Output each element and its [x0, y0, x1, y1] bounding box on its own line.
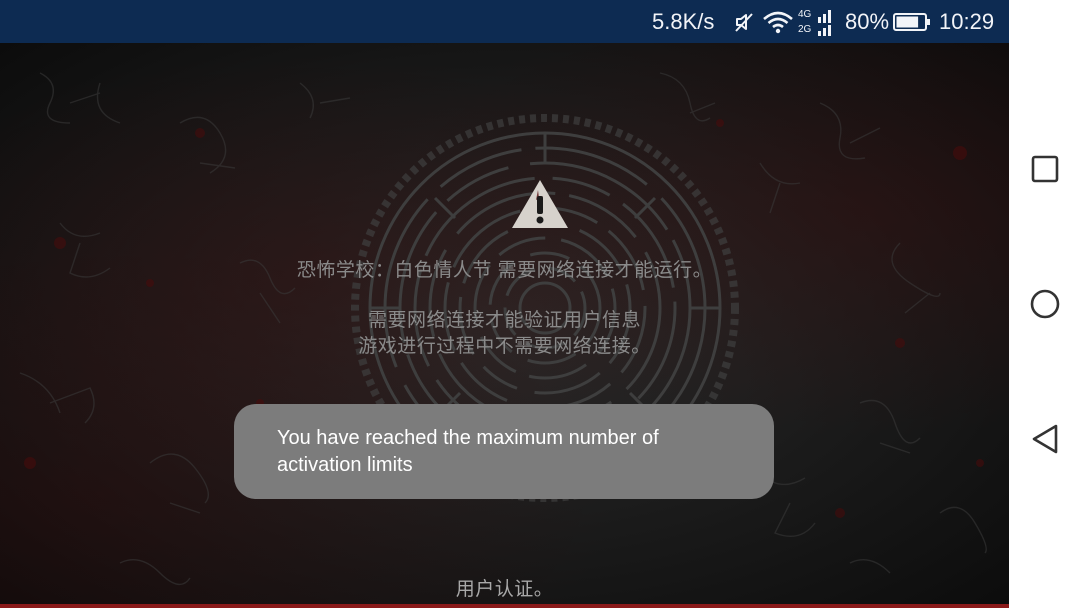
triangle-back-icon — [1032, 424, 1058, 454]
square-icon — [1031, 155, 1059, 183]
navigation-bar — [1009, 0, 1080, 608]
clock: 10:29 — [939, 8, 995, 34]
toast-notification: You have reached the maximum number of a… — [234, 404, 774, 499]
network-type-4g: 4G — [798, 9, 812, 20]
user-authentication-label: 用户认证。 — [455, 579, 554, 600]
network-speed: 5.8K/s — [652, 8, 715, 34]
home-button[interactable] — [1022, 281, 1068, 327]
recents-button[interactable] — [1022, 146, 1068, 192]
network-type-2g: 2G — [798, 24, 812, 35]
toast-message: You have reached the maximum number of a… — [277, 427, 659, 476]
mute-icon — [733, 0, 757, 43]
back-button[interactable] — [1022, 416, 1068, 462]
status-bar: 5.8K/s 4G 2G 80% 10:29 — [0, 0, 1009, 43]
offline-play-message: 游戏进行过程中不需要网络连接。 — [358, 336, 651, 357]
battery-icon — [893, 0, 933, 43]
signal-icon: 4G 2G — [798, 0, 838, 43]
bottom-accent-line — [0, 604, 1009, 608]
battery-fill — [896, 16, 919, 27]
network-required-message: 恐怖学校：白色情人节 需要网络连接才能运行。 — [296, 260, 713, 281]
game-screen: 恐怖学校：白色情人节 需要网络连接才能运行。 需要网络连接才能验证用户信息 游戏… — [0, 43, 1009, 608]
verify-user-message: 需要网络连接才能验证用户信息 — [367, 310, 641, 331]
wifi-icon — [762, 0, 796, 43]
circle-icon — [1030, 289, 1060, 319]
warning-icon — [512, 180, 568, 228]
battery-percentage: 80% — [845, 8, 890, 34]
